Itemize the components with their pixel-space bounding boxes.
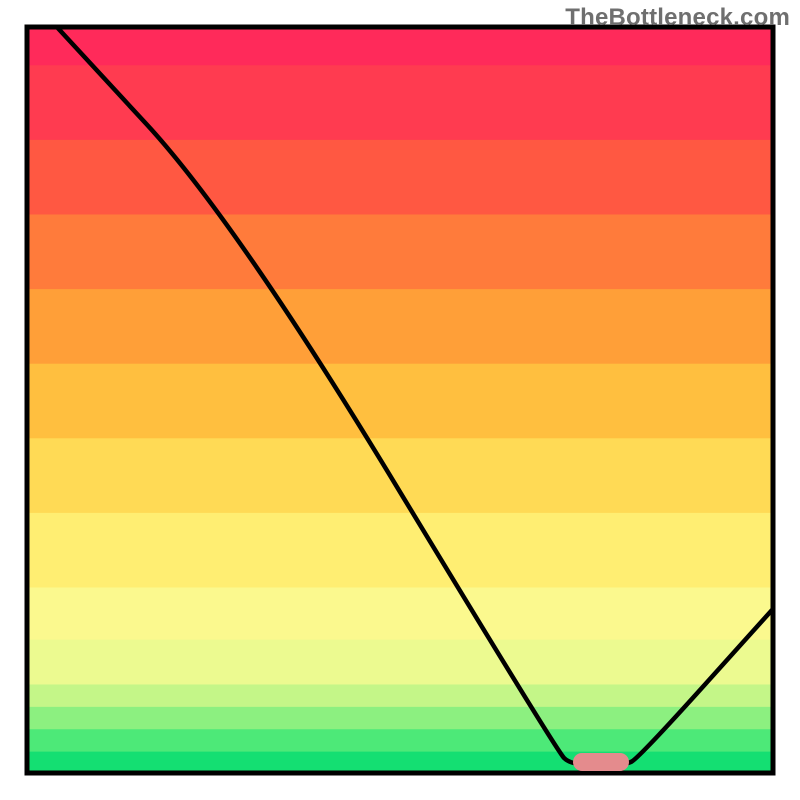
gradient-band <box>27 64 773 140</box>
bottleneck-chart <box>0 0 800 800</box>
gradient-band <box>27 751 773 774</box>
watermark-label: TheBottleneck.com <box>565 4 790 32</box>
gradient-band <box>27 512 773 588</box>
chart-container: TheBottleneck.com <box>0 0 800 800</box>
gradient-band <box>27 437 773 513</box>
gradient-band <box>27 288 773 364</box>
gradient-band <box>27 639 773 685</box>
gradient-band <box>27 27 773 65</box>
gradient-band <box>27 706 773 729</box>
gradient-band <box>27 139 773 215</box>
gradient-band <box>27 683 773 706</box>
gradient-band <box>27 363 773 439</box>
gradient-band <box>27 214 773 290</box>
optimal-marker <box>573 753 629 771</box>
gradient-band <box>27 587 773 640</box>
